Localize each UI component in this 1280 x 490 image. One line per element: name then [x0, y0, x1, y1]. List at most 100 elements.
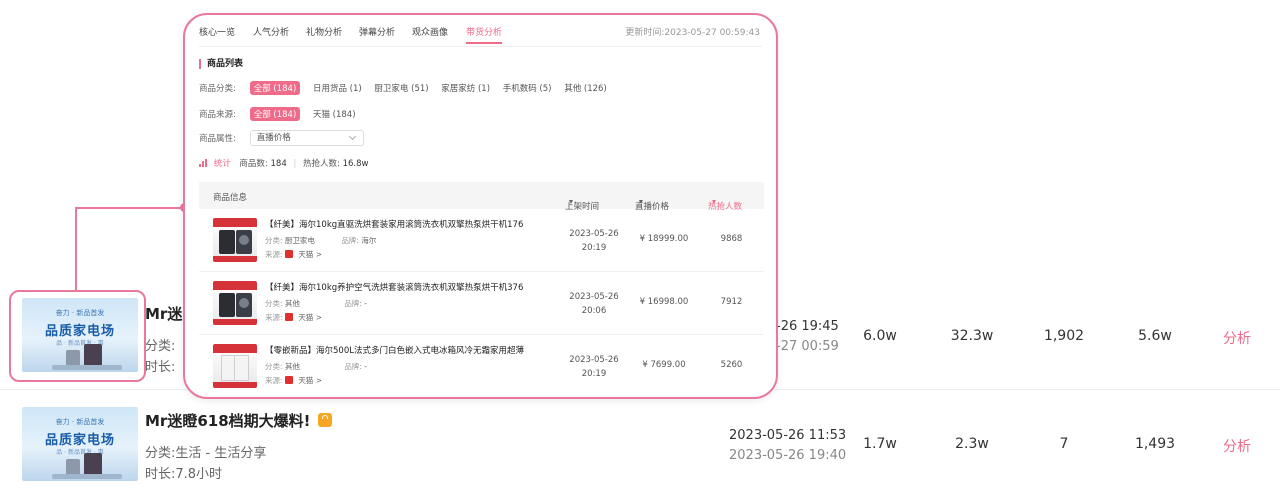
sort-caret-icon: [569, 200, 573, 204]
product-category: 其他: [284, 362, 300, 371]
source-link[interactable]: 天猫 >: [298, 250, 322, 259]
table-row[interactable]: 【纤美】海尔10kg养护空气洗烘套装滚筒洗衣机双擎热泵烘干机376 分类: 其他…: [199, 273, 764, 335]
metric-value: 1,902: [1043, 328, 1085, 344]
live-title[interactable]: Mr迷瞪618档期大爆料!: [145, 410, 333, 431]
analysis-tabs: 核心一览 人气分析 礼物分析 弹幕分析 观众画像 带货分析 更新时间:2023-…: [199, 25, 762, 47]
filter-option[interactable]: 其他 (126): [564, 82, 607, 94]
meta-label: 品牌:: [341, 236, 359, 245]
hot-count: 9868: [720, 234, 743, 244]
callout-connector: [75, 207, 184, 209]
col-product-info: 商品信息: [213, 193, 248, 203]
section-title: 商品列表: [199, 59, 243, 69]
door-graphic: [239, 235, 249, 245]
stage-graphic: [52, 474, 122, 479]
analyze-link[interactable]: 分析: [1223, 436, 1251, 456]
tab-audience[interactable]: 观众画像: [412, 25, 448, 38]
product-image[interactable]: [213, 281, 257, 325]
live-end-time: -27 00:59: [776, 339, 839, 354]
filter-option[interactable]: 全部 (184): [249, 81, 301, 95]
table-header: 商品信息 上架时间 直播价格 热抢人数: [199, 182, 764, 212]
product-analysis-popup: 核心一览 人气分析 礼物分析 弹幕分析 观众画像 带货分析 更新时间:2023-…: [183, 13, 778, 399]
analyze-link[interactable]: 分析: [1223, 328, 1251, 348]
stats-bar: 统计 商品数: 184 | 热抢人数: 16.8w: [199, 157, 368, 169]
filter-option[interactable]: 手机数码 (5): [503, 82, 552, 94]
source-filter: 商品来源: 全部 (184) 天猫 (184): [199, 107, 366, 121]
live-duration: 时长:7.8小时: [145, 467, 223, 482]
product-count-label: 商品数:: [239, 159, 268, 169]
thumbnail-title: 品质家电场: [44, 433, 115, 448]
live-start-time: 2023-05-26 11:53: [729, 428, 847, 443]
listing-time: 2023-05-26 20:06: [559, 290, 629, 318]
product-meta: 分类: 其他 品牌: -: [265, 298, 367, 309]
tab-sales[interactable]: 带货分析: [466, 25, 503, 44]
shopping-bag-icon: [318, 413, 333, 427]
live-price: ¥ 7699.00: [642, 360, 686, 370]
filter-option[interactable]: 厨卫家电 (51): [374, 82, 428, 94]
update-time: 更新时间:2023-05-27 00:59:43: [625, 28, 760, 38]
live-row: 奋力 · 新品首发 品质家电场 品 · 新品首发 · 惠 Mr迷瞪618档期大爆…: [0, 391, 1280, 490]
tab-comments[interactable]: 弹幕分析: [359, 25, 395, 38]
listing-clock: 20:19: [581, 369, 607, 379]
attribute-select[interactable]: 直播价格: [249, 130, 364, 146]
product-name[interactable]: 【纤美】海尔10kg养护空气洗烘套装滚筒洗衣机双擎热泵烘干机376: [265, 281, 523, 293]
source-link[interactable]: 天猫 >: [298, 313, 322, 322]
table-row[interactable]: 【纤美】海尔10kg直驱洗烘套装家用滚筒洗衣机双擎热泵烘干机176 分类: 厨卫…: [199, 210, 764, 272]
product-name[interactable]: 【纤美】海尔10kg直驱洗烘套装家用滚筒洗衣机双擎热泵烘干机176: [265, 218, 523, 230]
filter-option[interactable]: 日用货品 (1): [313, 82, 362, 94]
live-title-text[interactable]: Mr迷瞪618档期大爆料!: [145, 412, 310, 430]
image-banner: [213, 281, 257, 290]
meta-label: 品牌:: [344, 299, 362, 308]
product-brand: 海尔: [361, 236, 377, 245]
listing-date: 2023-05-26: [569, 292, 619, 302]
tab-popularity[interactable]: 人气分析: [253, 25, 289, 38]
tab-core-overview[interactable]: 核心一览: [199, 25, 235, 38]
chevron-down-icon: [348, 132, 356, 141]
metric-value: 7: [1059, 436, 1069, 452]
live-price: ¥ 16998.00: [639, 297, 689, 307]
metric-value: 1.7w: [863, 436, 897, 452]
filter-option[interactable]: 天猫 (184): [313, 108, 356, 120]
image-banner: [213, 344, 257, 353]
live-time-range: 2023-05-26 11:53 2023-05-26 19:40: [729, 426, 846, 466]
door-graphic: [239, 298, 249, 308]
product-source: 来源: 天猫 >: [265, 312, 322, 323]
source-link[interactable]: 天猫 >: [298, 376, 322, 385]
metric-value: 5.6w: [1138, 328, 1172, 344]
sort-caret-icon: [639, 200, 643, 204]
product-name[interactable]: 【零嵌新品】海尔500L法式多门白色嵌入式电冰箱风冷无霜家用超薄: [265, 344, 524, 356]
tmall-icon: [284, 376, 293, 384]
product-brand: -: [364, 362, 367, 371]
meta-label: 分类:: [265, 362, 283, 371]
highlight-frame: [9, 290, 146, 382]
meta-label: 分类:: [265, 299, 283, 308]
thumbnail-subtitle: 奋力 · 新品首发: [55, 418, 105, 426]
metric-value: 1,493: [1134, 436, 1176, 452]
listing-time: 2023-05-26 20:19: [559, 227, 629, 255]
filter-option[interactable]: 全部 (184): [249, 107, 301, 121]
hot-count: 16.8w: [342, 159, 369, 169]
tab-gifts[interactable]: 礼物分析: [306, 25, 342, 38]
live-category: 分类:生活 - 生活分享: [145, 446, 267, 461]
live-thumbnail[interactable]: 奋力 · 新品首发 品质家电场 品 · 新品首发 · 惠: [22, 407, 138, 481]
attribute-select-value: 直播价格: [256, 133, 291, 143]
category-filter: 商品分类: 全部 (184) 日用货品 (1) 厨卫家电 (51) 家居家纺 (…: [199, 81, 617, 95]
listing-time: 2023-05-26 20:19: [559, 353, 629, 381]
product-category: 厨卫家电: [284, 236, 315, 245]
image-banner: [213, 256, 257, 262]
metric-value: 6.0w: [863, 328, 897, 344]
product-meta: 分类: 厨卫家电 品牌: 海尔: [265, 235, 376, 246]
product-image[interactable]: [213, 218, 257, 262]
thumbnail-tagline: 品 · 新品首发 · 惠: [56, 449, 104, 456]
callout-connector: [75, 207, 77, 291]
listing-date: 2023-05-26: [569, 355, 619, 365]
listing-clock: 20:06: [581, 306, 607, 316]
product-image[interactable]: [213, 344, 257, 388]
fridge-door-line: [234, 355, 235, 381]
hot-count: 7912: [720, 297, 743, 307]
bar-chart-icon: [199, 159, 208, 167]
product-category: 其他: [284, 299, 300, 308]
live-price: ¥ 18999.00: [639, 234, 689, 244]
meta-label: 分类:: [265, 236, 283, 245]
filter-option[interactable]: 家居家纺 (1): [441, 82, 490, 94]
table-row[interactable]: 【零嵌新品】海尔500L法式多门白色嵌入式电冰箱风冷无霜家用超薄 分类: 其他 …: [199, 336, 764, 397]
